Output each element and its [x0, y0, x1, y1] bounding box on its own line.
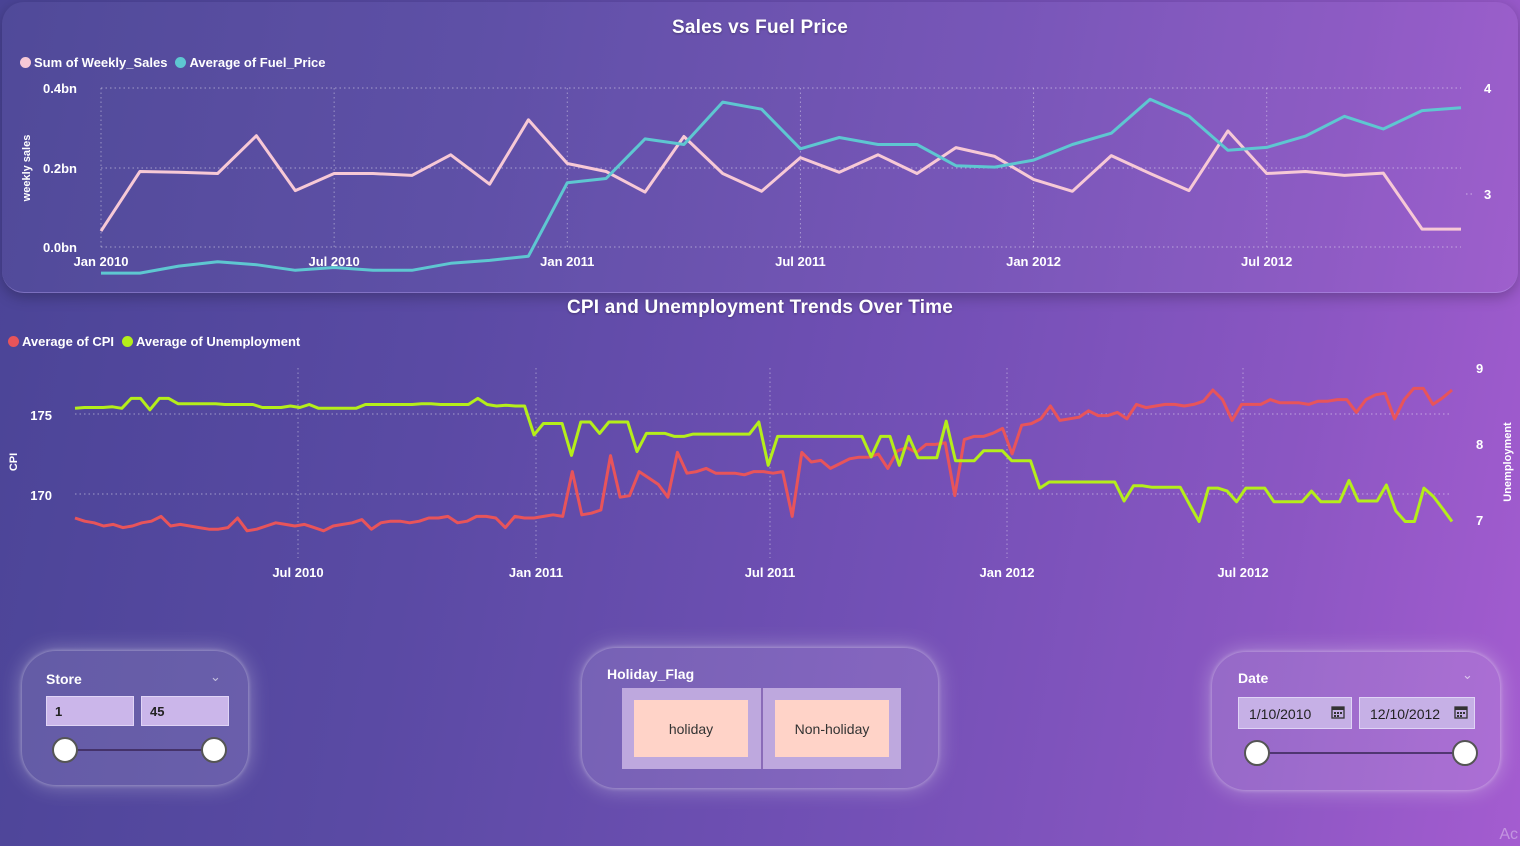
date-end-input[interactable]: 12/10/2012 [1359, 697, 1475, 729]
chevron-down-icon[interactable]: ⌄ [210, 669, 221, 685]
cpi-x-tick: Jul 2010 [272, 565, 323, 580]
holiday-slicer-title: Holiday_Flag [607, 666, 695, 682]
date-start-input[interactable]: 1/10/2010 [1238, 697, 1352, 729]
cpi-x-tick: Jan 2012 [980, 565, 1035, 580]
store-slider-max-handle[interactable] [201, 737, 227, 763]
cpi-y2-tick: 9 [1476, 361, 1483, 376]
holiday-options: holiday Non-holiday [622, 688, 901, 769]
cpi-y2-tick: 8 [1476, 437, 1483, 452]
weekly-sales-line [99, 118, 1461, 232]
divider [761, 688, 763, 769]
cpi-y2-axis-label: Unemployment [1502, 422, 1514, 502]
unemployment-line [74, 396, 1454, 523]
sales-y2-tick: 3 [1484, 187, 1491, 202]
calendar-icon[interactable] [1331, 705, 1345, 719]
date-slicer: Date ⌄ 1/10/2010 12/10/2012 [1212, 652, 1500, 790]
store-slider-min-handle[interactable] [52, 737, 78, 763]
cpi-y-tick: 170 [30, 488, 52, 503]
sales-x-tick: Jul 2011 [775, 254, 826, 269]
store-slicer-title: Store [46, 671, 82, 687]
sales-y-tick: 0.4bn [43, 81, 77, 96]
date-slicer-title: Date [1238, 670, 1269, 686]
store-max-input[interactable]: 45 [141, 696, 229, 726]
holiday-option-holiday[interactable]: holiday [634, 700, 748, 757]
cpi-unemployment-chart[interactable]: 175 170 9 8 7 CPI Unemployment Jul 2010 J… [0, 290, 1520, 600]
sales-y2-tick: 4 [1484, 81, 1492, 96]
chevron-down-icon[interactable]: ⌄ [1462, 667, 1473, 683]
calendar-icon[interactable] [1454, 705, 1468, 719]
date-slider-start-handle[interactable] [1244, 740, 1270, 766]
sales-y-axis-label: weekly sales [21, 135, 33, 203]
sales-x-tick: Jan 2010 [74, 254, 129, 269]
cpi-y-axis-label: CPI [8, 453, 20, 471]
cpi-line [74, 386, 1453, 533]
cpi-x-tick: Jul 2012 [1217, 565, 1268, 580]
watermark: Ac [1499, 826, 1518, 843]
sales-x-tick: Jul 2012 [1241, 254, 1292, 269]
date-slider-end-handle[interactable] [1452, 740, 1478, 766]
sales-fuel-chart[interactable]: 0.4bn 0.2bn 0.0bn 4 3 weekly sales Jan 2… [0, 0, 1520, 290]
date-start-value: 1/10/2010 [1249, 706, 1312, 722]
holiday-option-non-holiday[interactable]: Non-holiday [775, 700, 889, 757]
sales-y-tick: 0.0bn [43, 240, 77, 255]
store-slicer: Store ⌄ 1 45 [22, 651, 248, 785]
store-min-input[interactable]: 1 [46, 696, 134, 726]
sales-y-tick: 0.2bn [43, 161, 77, 176]
cpi-y-tick: 175 [30, 408, 52, 423]
holiday-flag-slicer: Holiday_Flag holiday Non-holiday [582, 648, 938, 788]
cpi-x-tick: Jan 2011 [509, 565, 563, 580]
cpi-y2-tick: 7 [1476, 513, 1483, 528]
sales-x-tick: Jan 2012 [1006, 254, 1061, 269]
sales-x-tick: Jan 2011 [540, 254, 594, 269]
date-end-value: 12/10/2012 [1370, 706, 1441, 722]
store-slider-track[interactable] [65, 749, 215, 751]
date-slider-track[interactable] [1257, 752, 1465, 754]
cpi-x-tick: Jul 2011 [745, 565, 796, 580]
